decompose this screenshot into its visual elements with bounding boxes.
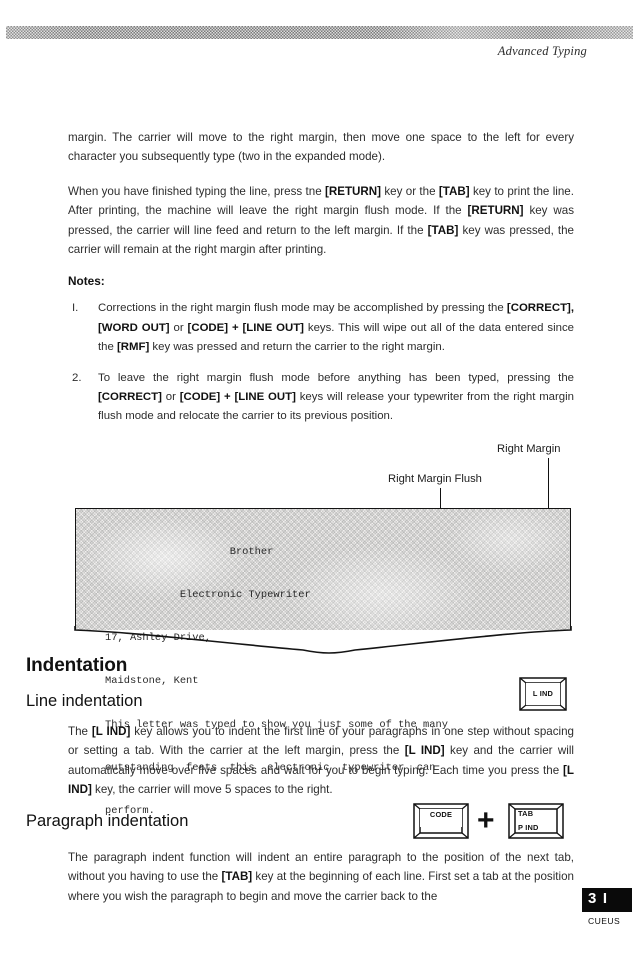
page-number: 3 I (588, 890, 609, 907)
leader-line-right-margin (548, 458, 549, 508)
keycap-tab-p-ind: TAB P IND (508, 803, 564, 839)
text-run: key or the (381, 184, 439, 198)
key-correct: [CORRECT] (98, 391, 162, 404)
sample-line: Electronic Typewriter (105, 589, 311, 602)
text-run: key, the carrier will move 5 spaces to t… (91, 783, 333, 797)
notes-list: I. Corrections in the right margin flush … (68, 299, 574, 426)
note-item: 2. To leave the right margin flush mode b… (68, 369, 574, 427)
keycap-label-top: TAB (518, 809, 534, 818)
keycap-code: CODE (413, 803, 469, 839)
torn-edge-icon (74, 626, 572, 654)
paragraph-return-tab: When you have finished typing the line, … (68, 182, 574, 260)
note-item: I. Corrections in the right margin flush … (68, 299, 574, 357)
subheading-line-indentation: Line indentation (26, 692, 143, 710)
header-band-highlight (6, 26, 633, 39)
text-run: or (169, 321, 188, 334)
running-head: Advanced Typing (497, 44, 587, 58)
paragraph-paragraph-indentation: The paragraph indent function will inden… (68, 848, 574, 906)
footer-imprint: CUEUS (588, 916, 621, 926)
note-number: I. (72, 302, 79, 315)
note-number: 2. (72, 372, 82, 385)
key-tab: [TAB] (438, 184, 470, 198)
key-return: [RETURN] (325, 184, 382, 198)
key-l-ind: [L IND] (91, 725, 131, 738)
callout-right-margin: Right Margin (497, 443, 561, 455)
key-code-lineout: [CODE] + [LINE OUT] (179, 391, 296, 404)
callout-right-margin-flush: Right Margin Flush (388, 473, 482, 485)
sample-line: Maidstone, Kent (105, 675, 199, 688)
page-title-indentation: Indentation (26, 655, 128, 676)
keycap-label: L IND (532, 688, 554, 698)
text-run: Corrections in the right margin flush mo… (98, 302, 507, 315)
key-tab: [TAB] (221, 870, 253, 884)
keycap-label: CODE (429, 810, 453, 819)
paragraph-line-indentation: The [L IND] key allows you to indent the… (68, 722, 574, 800)
subheading-paragraph-indentation: Paragraph indentation (26, 812, 189, 830)
paragraph-continuation: margin. The carrier will move to the rig… (68, 131, 574, 164)
key-code-lineout: [CODE] + [LINE OUT] (187, 321, 304, 334)
plus-sign: + (477, 804, 495, 837)
text-run: or (161, 391, 180, 404)
text-run: key was pressed and return the carrier t… (149, 340, 445, 353)
typewriter-sample-figure: Brother Electronic Typewriter 17, Ashley… (75, 508, 571, 817)
key-rmf: [RMF] (117, 340, 150, 353)
sample-line: Brother (105, 545, 274, 558)
text-run: When you have finished typing the line, … (68, 184, 325, 198)
document-page: Advanced Typing margin. The carrier will… (0, 0, 639, 954)
keycap-label-bottom: P IND (518, 822, 539, 832)
body-column: margin. The carrier will move to the rig… (68, 128, 574, 439)
key-l-ind: [L IND] (404, 744, 445, 758)
key-return: [RETURN] (467, 204, 524, 218)
text-run: The (68, 725, 92, 738)
keycap-l-ind: L IND (519, 677, 567, 711)
notes-heading: Notes: (68, 274, 105, 289)
key-tab: [TAB] (427, 223, 459, 237)
paper-torn-edge (73, 626, 573, 658)
text-run: To leave the right margin flush mode bef… (98, 372, 574, 385)
